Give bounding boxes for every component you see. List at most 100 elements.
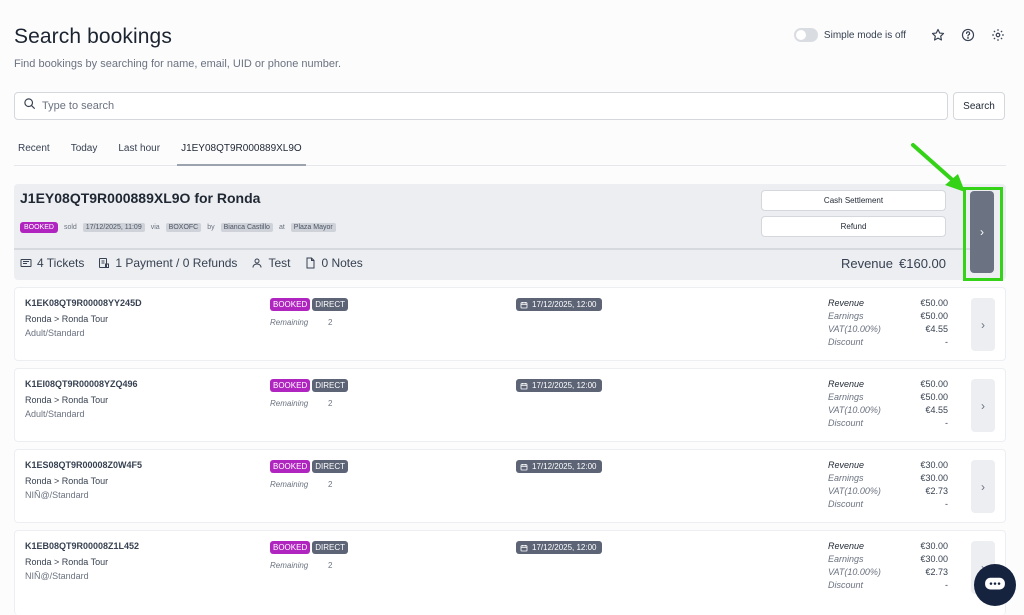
remaining-label: Remaining: [270, 480, 309, 489]
tab-booking-reference[interactable]: J1EY08QT9R000889XL9O: [177, 136, 306, 166]
ticket-code: K1EB08QT9R00008Z1L452: [25, 541, 140, 551]
status-badge: BOOKED: [20, 222, 58, 233]
booking-stats: 4 Tickets 1 Payment / 0 Refunds Test 0 N…: [20, 256, 377, 270]
discount-value: -: [945, 337, 948, 347]
discount-value: -: [945, 580, 948, 590]
note-icon: [306, 257, 315, 269]
discount-label: Discount: [828, 580, 864, 590]
status-badge: BOOKED: [270, 379, 311, 392]
ticket-row[interactable]: K1ES08QT9R00008Z0W4F5 Ronda > Ronda Tour…: [14, 449, 1006, 523]
star-icon[interactable]: [930, 27, 946, 43]
location-chip: Plaza Mayor: [290, 223, 336, 232]
earnings-label: Earnings: [828, 473, 864, 483]
at-label: at: [278, 224, 285, 231]
ticket-financials: Revenue €50.00 Earnings €50.00 VAT(10.00%)…: [828, 298, 948, 350]
channel-badge: DIRECT: [312, 541, 349, 554]
discount-label: Discount: [828, 337, 864, 347]
ticket-badges: BOOKED DIRECT: [270, 298, 349, 311]
event-date-text: 17/12/2025, 12:00: [532, 381, 597, 390]
ticket-badges: BOOKED DIRECT: [270, 460, 349, 473]
discount-value: -: [945, 499, 948, 509]
notes-stat[interactable]: 0 Notes: [304, 256, 363, 270]
seller-chip: Bianca Castillo: [220, 223, 273, 232]
booking-title: J1EY08QT9R000889XL9O for Ronda: [20, 190, 261, 206]
ticket-badges: BOOKED DIRECT: [270, 379, 349, 392]
tab-today[interactable]: Today: [67, 136, 102, 166]
top-controls: Simple mode is off: [793, 27, 1006, 43]
revenue-label: Revenue: [828, 298, 865, 308]
search-button[interactable]: Search: [953, 92, 1005, 120]
booking-summary: J1EY08QT9R000889XL9O for Ronda BOOKED so…: [14, 184, 1006, 280]
page-subtitle: Find bookings by searching for name, ema…: [14, 58, 342, 70]
revenue-value: €160.00: [899, 256, 946, 271]
tickets-count: 4 Tickets: [37, 256, 85, 270]
payments-stat[interactable]: 1 Payment / 0 Refunds: [98, 256, 237, 270]
remaining-label: Remaining: [270, 318, 309, 327]
search-icon: [23, 97, 36, 115]
revenue-value: €30.00: [920, 541, 948, 551]
chevron-right-icon: ›: [981, 398, 985, 413]
calendar-icon: [520, 544, 528, 551]
revenue-label: Revenue: [828, 460, 865, 470]
divider: [14, 248, 974, 250]
vat-value: €4.55: [925, 405, 948, 415]
ticket-type: Adult/Standard: [25, 409, 85, 419]
help-icon[interactable]: [960, 27, 976, 43]
search-box: [14, 92, 948, 120]
booking-meta: BOOKED sold 17/12/2025, 11:09 via BOXOFC…: [20, 222, 336, 233]
page-title: Search bookings: [14, 25, 172, 48]
ticket-financials: Revenue €30.00 Earnings €30.00 VAT(10.00%)…: [828, 541, 948, 593]
earnings-value: €50.00: [920, 392, 948, 402]
refund-button[interactable]: Refund: [761, 216, 946, 237]
ticket-icon: [20, 259, 32, 267]
revenue-label: Revenue: [840, 256, 893, 271]
event-date: 17/12/2025, 12:00: [516, 460, 602, 473]
ticket-open-button[interactable]: ›: [971, 298, 995, 351]
channel-badge: DIRECT: [312, 460, 349, 473]
ticket-route: Ronda > Ronda Tour: [25, 395, 109, 405]
ticket-route: Ronda > Ronda Tour: [25, 314, 109, 324]
ticket-type: NIÑ@/Standard: [25, 490, 89, 500]
event-date-text: 17/12/2025, 12:00: [532, 300, 597, 309]
ticket-row[interactable]: K1EK08QT9R00008YY245D Ronda > Ronda Tour…: [14, 287, 1006, 361]
discount-value: -: [945, 418, 948, 428]
sold-label: sold: [63, 224, 77, 231]
notes-count: 0 Notes: [321, 256, 363, 270]
calendar-icon: [520, 382, 528, 389]
ticket-open-button[interactable]: ›: [971, 379, 995, 432]
via-label: via: [150, 224, 160, 231]
booking-revenue: Revenue €160.00: [841, 256, 946, 271]
chat-icon: [985, 577, 1005, 590]
channel-chip: BOXOFC: [165, 223, 202, 232]
payments-count: 1 Payment / 0 Refunds: [115, 256, 238, 270]
simple-mode-toggle[interactable]: [793, 28, 818, 42]
ticket-type: Adult/Standard: [25, 328, 85, 338]
tab-recent[interactable]: Recent: [14, 136, 54, 166]
customer-stat[interactable]: Test: [251, 256, 290, 270]
earnings-value: €50.00: [920, 311, 948, 321]
ticket-row[interactable]: K1EI08QT9R00008YZQ496 Ronda > Ronda Tour…: [14, 368, 1006, 442]
revenue-label: Revenue: [828, 379, 865, 389]
remaining-value: 2: [328, 561, 333, 570]
ticket-financials: Revenue €30.00 Earnings €30.00 VAT(10.00%)…: [828, 460, 948, 512]
earnings-value: €30.00: [920, 473, 948, 483]
chevron-right-icon: ›: [981, 479, 985, 494]
search-input[interactable]: [42, 100, 922, 112]
ticket-open-button[interactable]: ›: [971, 460, 995, 513]
chat-button[interactable]: [974, 564, 1016, 606]
event-date-text: 17/12/2025, 12:00: [532, 543, 597, 552]
revenue-value: €50.00: [920, 379, 948, 389]
remaining-value: 2: [328, 399, 333, 408]
discount-label: Discount: [828, 499, 864, 509]
ticket-badges: BOOKED DIRECT: [270, 541, 349, 554]
tickets-stat[interactable]: 4 Tickets: [20, 256, 84, 270]
channel-badge: DIRECT: [312, 298, 349, 311]
tab-last-hour[interactable]: Last hour: [114, 136, 164, 166]
gear-icon[interactable]: [990, 27, 1006, 43]
remaining-value: 2: [328, 318, 333, 327]
vat-label: VAT(10.00%): [828, 486, 881, 496]
event-date: 17/12/2025, 12:00: [516, 298, 602, 311]
remaining-label: Remaining: [270, 399, 309, 408]
event-date-text: 17/12/2025, 12:00: [532, 462, 597, 471]
ticket-row[interactable]: K1EB08QT9R00008Z1L452 Ronda > Ronda Tour…: [14, 530, 1006, 615]
